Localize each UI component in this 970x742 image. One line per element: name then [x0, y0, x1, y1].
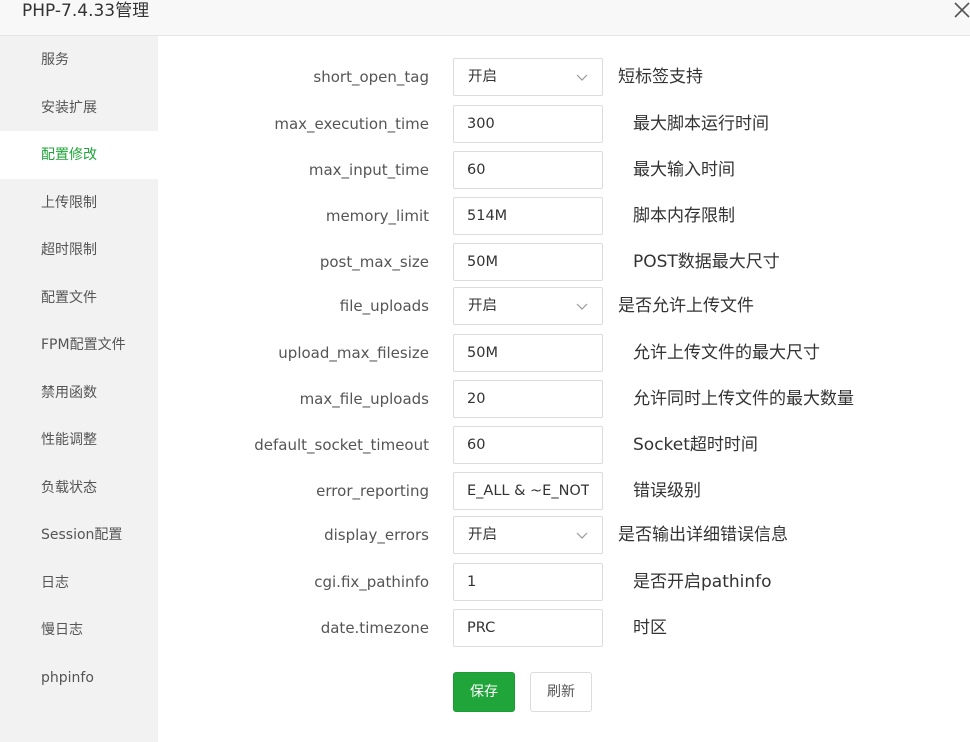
sidebar-item-performance[interactable]: 性能调整	[0, 416, 158, 464]
sidebar-item-slow-log[interactable]: 慢日志	[0, 606, 158, 654]
memory-limit-input[interactable]	[454, 198, 602, 234]
config-key-label: max_file_uploads	[299, 390, 429, 408]
config-description: 是否允许上传文件	[618, 296, 754, 316]
short-open-tag-select[interactable]: 开启	[453, 58, 603, 96]
config-row-cgi-fix-pathinfo: cgi.fix_pathinfo 是否开启pathinfo	[158, 563, 970, 601]
error-reporting-field-box	[453, 472, 603, 510]
sidebar-item-fpm-config-file[interactable]: FPM配置文件	[0, 321, 158, 369]
refresh-button[interactable]: 刷新	[530, 672, 592, 712]
config-description: 脚本内存限制	[633, 206, 735, 226]
config-row-default-socket-timeout: default_socket_timeout Socket超时时间	[158, 426, 970, 464]
config-row-display-errors: display_errors 开启 是否输出详细错误信息	[158, 516, 970, 554]
sidebar-item-timeout-limit[interactable]: 超时限制	[0, 226, 158, 274]
config-row-upload-max-filesize: upload_max_filesize 允许上传文件的最大尺寸	[158, 334, 970, 372]
sidebar-item-config-edit[interactable]: 配置修改	[0, 131, 158, 179]
chevron-down-icon	[576, 303, 588, 310]
config-row-post-max-size: post_max_size POST数据最大尺寸	[158, 243, 970, 281]
config-description: 错误级别	[633, 481, 701, 501]
sidebar-item-service[interactable]: 服务	[0, 36, 158, 84]
memory-limit-field-box	[453, 197, 603, 235]
config-description: POST数据最大尺寸	[633, 252, 780, 272]
cgi-fix-pathinfo-input[interactable]	[454, 564, 602, 600]
max-input-time-field-box	[453, 151, 603, 189]
error-reporting-input[interactable]	[454, 473, 602, 509]
date-timezone-input[interactable]	[454, 610, 602, 646]
config-description: 时区	[633, 618, 667, 638]
config-key-label: memory_limit	[325, 207, 429, 225]
config-row-date-timezone: date.timezone 时区	[158, 609, 970, 647]
sidebar-item-install-extensions[interactable]: 安装扩展	[0, 84, 158, 132]
config-form: short_open_tag 开启 短标签支持 max_execution_ti…	[158, 36, 970, 742]
sidebar-item-upload-limit[interactable]: 上传限制	[0, 179, 158, 227]
sidebar: 服务 安装扩展 配置修改 上传限制 超时限制 配置文件 FPM配置文件 禁用函数…	[0, 36, 158, 742]
config-key-label: max_input_time	[308, 161, 429, 179]
config-key-label: upload_max_filesize	[278, 344, 429, 362]
config-key-label: error_reporting	[316, 482, 429, 500]
sidebar-item-log[interactable]: 日志	[0, 559, 158, 607]
config-description: 是否输出详细错误信息	[618, 525, 788, 545]
sidebar-item-disabled-functions[interactable]: 禁用函数	[0, 369, 158, 417]
file-uploads-select[interactable]: 开启	[453, 287, 603, 325]
sidebar-item-load-status[interactable]: 负载状态	[0, 464, 158, 512]
config-key-label: date.timezone	[320, 619, 429, 637]
cgi-fix-pathinfo-field-box	[453, 563, 603, 601]
config-key-label: cgi.fix_pathinfo	[314, 573, 429, 591]
config-key-label: default_socket_timeout	[254, 436, 429, 454]
chevron-down-icon	[576, 532, 588, 539]
max-execution-time-field-box	[453, 105, 603, 143]
display-errors-select[interactable]: 开启	[453, 516, 603, 554]
max-input-time-input[interactable]	[454, 152, 602, 188]
config-row-file-uploads: file_uploads 开启 是否允许上传文件	[158, 287, 970, 325]
default-socket-timeout-input[interactable]	[454, 427, 602, 463]
select-value: 开启	[468, 298, 497, 314]
select-value: 开启	[468, 69, 497, 85]
default-socket-timeout-field-box	[453, 426, 603, 464]
post-max-size-input[interactable]	[454, 244, 602, 280]
config-row-max-input-time: max_input_time 最大输入时间	[158, 151, 970, 189]
config-description: 允许同时上传文件的最大数量	[633, 389, 854, 409]
config-description: 是否开启pathinfo	[633, 572, 772, 592]
config-description: 允许上传文件的最大尺寸	[633, 343, 820, 363]
config-row-short-open-tag: short_open_tag 开启 短标签支持	[158, 58, 970, 96]
config-description: 短标签支持	[618, 67, 703, 87]
upload-max-filesize-field-box	[453, 334, 603, 372]
config-description: 最大输入时间	[633, 160, 735, 180]
config-key-label: short_open_tag	[313, 68, 429, 86]
save-button[interactable]: 保存	[453, 672, 515, 712]
max-execution-time-input[interactable]	[454, 106, 602, 142]
config-description: Socket超时时间	[633, 435, 758, 455]
close-icon[interactable]	[952, 0, 970, 20]
select-value: 开启	[468, 527, 497, 543]
max-file-uploads-field-box	[453, 380, 603, 418]
config-row-error-reporting: error_reporting 错误级别	[158, 472, 970, 510]
config-key-label: file_uploads	[339, 297, 429, 315]
config-row-max-execution-time: max_execution_time 最大脚本运行时间	[158, 105, 970, 143]
window-title: PHP-7.4.33管理	[22, 1, 150, 21]
config-key-label: post_max_size	[319, 253, 429, 271]
post-max-size-field-box	[453, 243, 603, 281]
upload-max-filesize-input[interactable]	[454, 335, 602, 371]
date-timezone-field-box	[453, 609, 603, 647]
sidebar-item-config-file[interactable]: 配置文件	[0, 274, 158, 322]
sidebar-item-session-config[interactable]: Session配置	[0, 511, 158, 559]
max-file-uploads-input[interactable]	[454, 381, 602, 417]
sidebar-item-phpinfo[interactable]: phpinfo	[0, 654, 158, 702]
title-bar: PHP-7.4.33管理	[0, 0, 970, 36]
config-row-max-file-uploads: max_file_uploads 允许同时上传文件的最大数量	[158, 380, 970, 418]
chevron-down-icon	[576, 74, 588, 81]
config-description: 最大脚本运行时间	[633, 114, 769, 134]
config-key-label: max_execution_time	[274, 115, 429, 133]
config-key-label: display_errors	[324, 526, 429, 544]
config-row-memory-limit: memory_limit 脚本内存限制	[158, 197, 970, 235]
